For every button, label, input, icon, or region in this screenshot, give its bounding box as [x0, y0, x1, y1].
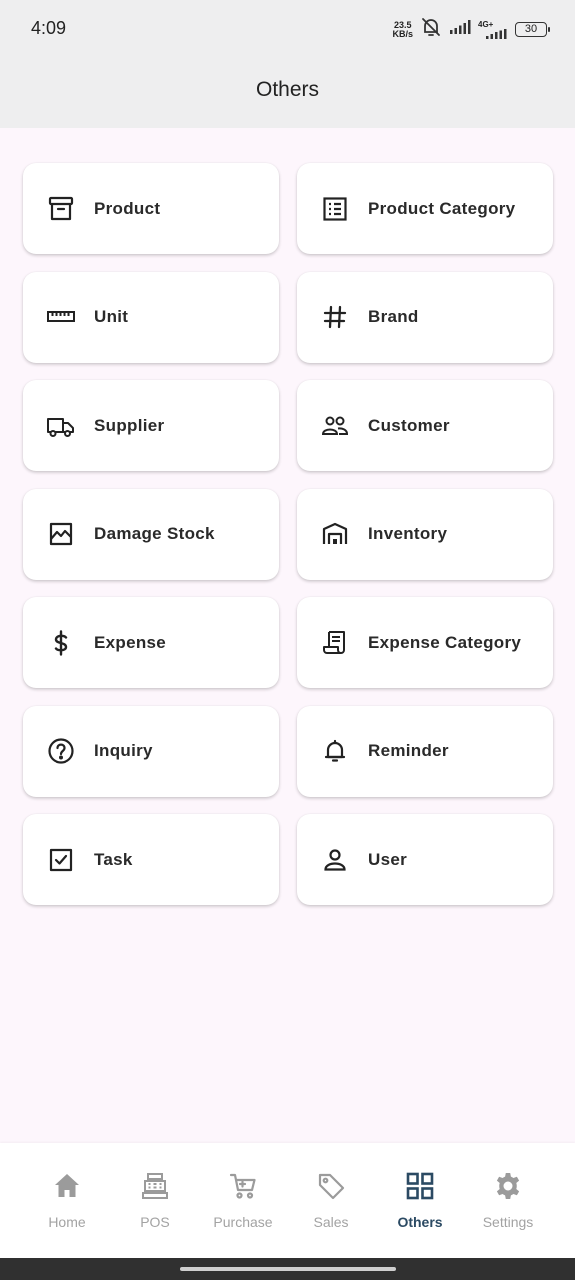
nav-item-others[interactable]: Others: [370, 1170, 470, 1230]
menu-card-unit[interactable]: Unit: [23, 271, 279, 363]
archive-box-icon: [47, 195, 75, 223]
menu-card-label: Expense Category: [368, 632, 522, 652]
nav-label: POS: [140, 1214, 170, 1230]
users-icon: [321, 412, 349, 440]
status-indicators: 23.5 KB/s 4G+ 30: [392, 17, 550, 42]
gesture-bar: [0, 1258, 575, 1280]
page-title: Others: [255, 78, 320, 101]
menu-card-inventory[interactable]: Inventory: [297, 488, 553, 580]
menu-card-label: Product Category: [368, 198, 516, 218]
menu-card-product-category[interactable]: Product Category: [297, 163, 553, 254]
menu-card-expense[interactable]: Expense: [23, 597, 279, 688]
network-type: 4G+: [478, 19, 494, 29]
menu-card-customer[interactable]: Customer: [297, 380, 553, 471]
menu-card-task[interactable]: Task: [23, 814, 279, 905]
status-time: 4:09: [31, 18, 67, 38]
nav-item-sales[interactable]: Sales: [281, 1170, 381, 1230]
question-circle-icon: [47, 737, 75, 765]
bottom-nav: Home POS Purchase Sales Others Settings: [0, 1143, 575, 1258]
list-icon: [321, 195, 349, 223]
checkbox-icon: [47, 846, 75, 874]
nav-label: Others: [397, 1214, 443, 1230]
menu-card-label: Damage Stock: [94, 524, 215, 543]
menu-card-supplier[interactable]: Supplier: [23, 380, 279, 471]
gear-icon: [492, 1170, 524, 1202]
truck-icon: [47, 412, 75, 440]
nav-item-purchase[interactable]: Purchase: [193, 1170, 293, 1230]
home-gesture-handle[interactable]: [180, 1267, 396, 1271]
ruler-icon: [47, 303, 75, 331]
battery-icon: 30: [515, 22, 550, 37]
menu-card-label: Supplier: [94, 415, 165, 435]
hash-icon: [321, 303, 349, 331]
chart-image-icon: [47, 520, 75, 548]
menu-card-label: Customer: [368, 415, 450, 435]
menu-card-expense-category[interactable]: Expense Category: [297, 597, 553, 688]
mute-alarm-icon: [420, 17, 442, 42]
menu-card-inquiry[interactable]: Inquiry: [23, 705, 279, 797]
nav-label: Home: [48, 1214, 86, 1230]
grid-icon: [404, 1170, 436, 1202]
menu-card-product[interactable]: Product: [23, 163, 279, 254]
menu-grid: Product Product Category Unit Brand Supp…: [23, 163, 553, 905]
dollar-icon: [47, 629, 75, 657]
menu-card-label: Task: [94, 849, 133, 869]
receipt-icon: [321, 629, 349, 657]
menu-card-label: Reminder: [368, 741, 449, 760]
menu-card-label: Brand: [368, 307, 419, 326]
nav-label: Purchase: [213, 1214, 273, 1230]
nav-item-settings[interactable]: Settings: [458, 1170, 558, 1230]
nav-item-pos[interactable]: POS: [105, 1170, 205, 1230]
menu-card-label: Inventory: [368, 524, 448, 543]
tag-icon: [315, 1170, 347, 1202]
network-speed: 23.5 KB/s: [392, 19, 413, 39]
signal-strength-4g: 4G+: [478, 19, 508, 39]
menu-card-damage-stock[interactable]: Damage Stock: [23, 488, 279, 580]
app-bar: Others: [0, 58, 575, 128]
warehouse-icon: [321, 520, 349, 548]
status-bar: 4:09 23.5 KB/s 4G+ 30: [0, 0, 575, 58]
signal-strength-icon: [449, 20, 471, 39]
menu-card-label: User: [368, 849, 408, 869]
menu-card-label: Inquiry: [94, 741, 153, 760]
nav-item-home[interactable]: Home: [17, 1170, 117, 1230]
bell-icon: [321, 737, 349, 765]
cash-register-icon: [139, 1170, 171, 1202]
menu-card-label: Expense: [94, 632, 167, 652]
menu-card-user[interactable]: User: [297, 814, 553, 905]
signal-bars-icon: [486, 28, 507, 39]
menu-card-brand[interactable]: Brand: [297, 271, 553, 363]
user-icon: [321, 846, 349, 874]
menu-card-reminder[interactable]: Reminder: [297, 705, 553, 797]
home-icon: [51, 1170, 83, 1202]
nav-label: Settings: [482, 1214, 534, 1230]
menu-card-label: Unit: [94, 307, 129, 326]
nav-label: Sales: [313, 1214, 349, 1230]
menu-card-label: Product: [94, 198, 161, 218]
cart-icon: [227, 1170, 259, 1202]
